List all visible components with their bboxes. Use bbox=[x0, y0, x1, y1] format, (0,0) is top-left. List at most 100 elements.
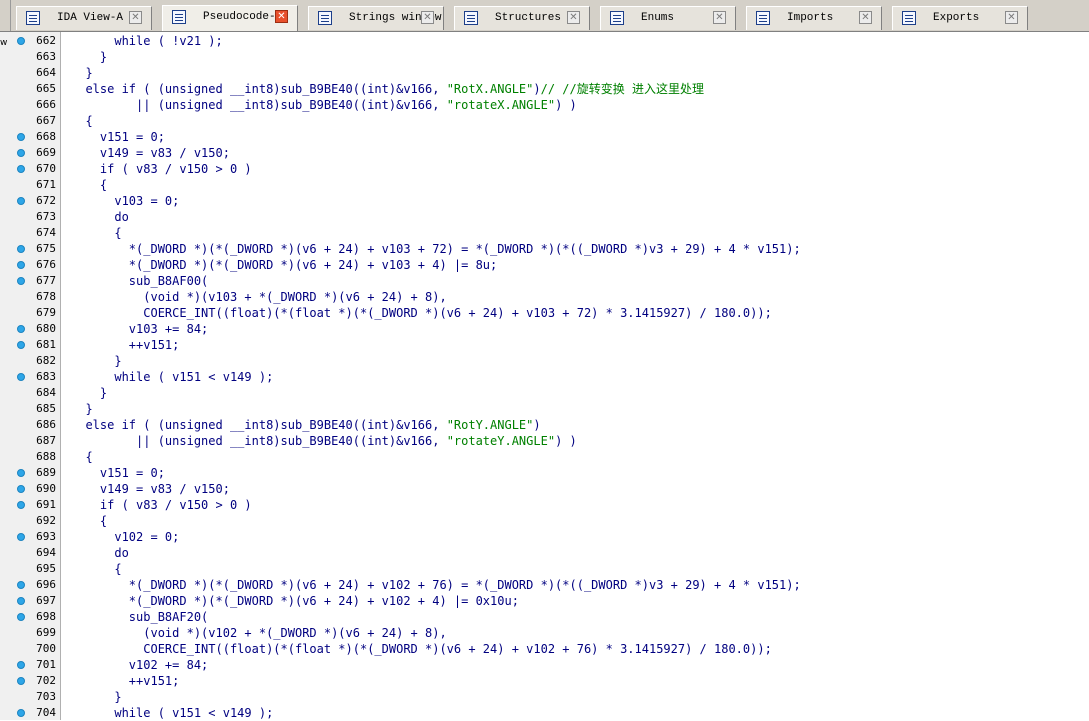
tab-imports[interactable]: Imports ✕ bbox=[746, 6, 882, 30]
line-number: 668 bbox=[36, 130, 56, 143]
close-icon[interactable]: ✕ bbox=[275, 10, 288, 23]
breakpoint-dot-icon[interactable] bbox=[17, 197, 25, 205]
pseudocode-editor[interactable]: while ( !v21 ); } } else if ( (unsigned … bbox=[61, 32, 1089, 720]
gutter-row: 704 bbox=[0, 705, 60, 721]
code-line[interactable]: v102 = 0; bbox=[61, 529, 179, 545]
code-line[interactable]: else if ( (unsigned __int8)sub_B9BE40((i… bbox=[61, 81, 704, 97]
gutter-row: 674 bbox=[0, 225, 60, 241]
code-line[interactable]: *(_DWORD *)(*(_DWORD *)(v6 + 24) + v103 … bbox=[61, 257, 497, 273]
code-line[interactable]: if ( v83 / v150 > 0 ) bbox=[61, 161, 252, 177]
line-number: 689 bbox=[36, 466, 56, 479]
code-line[interactable]: COERCE_INT((float)(*(float *)(*(_DWORD *… bbox=[61, 641, 772, 657]
code-line[interactable]: COERCE_INT((float)(*(float *)(*(_DWORD *… bbox=[61, 305, 772, 321]
line-number: 671 bbox=[36, 178, 56, 191]
breakpoint-dot-icon[interactable] bbox=[17, 245, 25, 253]
code-line[interactable]: ++v151; bbox=[61, 673, 180, 689]
code-text: v149 = v83 / v150; bbox=[71, 482, 230, 496]
code-line[interactable]: (void *)(v103 + *(_DWORD *)(v6 + 24) + 8… bbox=[61, 289, 446, 305]
breakpoint-dot-icon[interactable] bbox=[17, 677, 25, 685]
code-line[interactable]: { bbox=[61, 225, 121, 241]
breakpoint-dot-icon[interactable] bbox=[17, 581, 25, 589]
code-line[interactable]: *(_DWORD *)(*(_DWORD *)(v6 + 24) + v103 … bbox=[61, 241, 801, 257]
code-line[interactable]: } bbox=[61, 353, 121, 369]
code-text: } bbox=[71, 402, 93, 416]
tab-structures[interactable]: Structures ✕ bbox=[454, 6, 590, 30]
gutter-row: 701 bbox=[0, 657, 60, 673]
close-icon[interactable]: ✕ bbox=[713, 11, 726, 24]
code-line[interactable]: } bbox=[61, 689, 121, 705]
gutter-row: 684 bbox=[0, 385, 60, 401]
breakpoint-dot-icon[interactable] bbox=[17, 661, 25, 669]
line-number: 672 bbox=[36, 194, 56, 207]
close-icon[interactable]: ✕ bbox=[421, 11, 434, 24]
code-line[interactable]: { bbox=[61, 513, 107, 529]
close-icon[interactable]: ✕ bbox=[567, 11, 580, 24]
close-icon[interactable]: ✕ bbox=[1005, 11, 1018, 24]
tab-ida-view-a[interactable]: IDA View-A ✕ bbox=[16, 6, 152, 30]
breakpoint-dot-icon[interactable] bbox=[17, 485, 25, 493]
code-line[interactable]: sub_B8AF20( bbox=[61, 609, 208, 625]
gutter-row: 693 bbox=[0, 529, 60, 545]
code-line[interactable]: } bbox=[61, 49, 107, 65]
code-line[interactable]: do bbox=[61, 545, 128, 561]
tab-bar: IDA View-A ✕ Pseudocode-A ✕ Strings window ✕ S… bbox=[0, 0, 1089, 32]
breakpoint-dot-icon[interactable] bbox=[17, 373, 25, 381]
gutter-row: 703 bbox=[0, 689, 60, 705]
code-line[interactable]: { bbox=[61, 113, 92, 129]
line-number: 684 bbox=[36, 386, 56, 399]
code-line[interactable]: } bbox=[61, 401, 93, 417]
code-line[interactable]: v103 = 0; bbox=[61, 193, 179, 209]
breakpoint-dot-icon[interactable] bbox=[17, 149, 25, 157]
breakpoint-dot-icon[interactable] bbox=[17, 501, 25, 509]
breakpoint-dot-icon[interactable] bbox=[17, 613, 25, 621]
code-line[interactable]: v151 = 0; bbox=[61, 465, 165, 481]
breakpoint-dot-icon[interactable] bbox=[17, 133, 25, 141]
breakpoint-dot-icon[interactable] bbox=[17, 165, 25, 173]
breakpoint-dot-icon[interactable] bbox=[17, 37, 25, 45]
tab-strings-window[interactable]: Strings window ✕ bbox=[308, 6, 444, 30]
gutter-row: 669 bbox=[0, 145, 60, 161]
breakpoint-dot-icon[interactable] bbox=[17, 597, 25, 605]
code-line[interactable]: { bbox=[61, 561, 121, 577]
code-line[interactable]: while ( !v21 ); bbox=[61, 33, 222, 49]
code-line[interactable]: v151 = 0; bbox=[61, 129, 165, 145]
code-line[interactable]: || (unsigned __int8)sub_B9BE40((int)&v16… bbox=[61, 433, 577, 449]
tab-pseudocode-a[interactable]: Pseudocode-A ✕ bbox=[162, 5, 298, 31]
code-line[interactable]: { bbox=[61, 449, 92, 465]
line-number: 686 bbox=[36, 418, 56, 431]
tab-label: Imports bbox=[787, 12, 834, 24]
breakpoint-dot-icon[interactable] bbox=[17, 261, 25, 269]
code-line[interactable]: while ( v151 < v149 ); bbox=[61, 369, 273, 385]
code-line[interactable]: *(_DWORD *)(*(_DWORD *)(v6 + 24) + v102 … bbox=[61, 577, 801, 593]
code-line[interactable]: do bbox=[61, 209, 128, 225]
breakpoint-dot-icon[interactable] bbox=[17, 325, 25, 333]
code-line[interactable]: } bbox=[61, 385, 107, 401]
code-line[interactable]: || (unsigned __int8)sub_B9BE40((int)&v16… bbox=[61, 97, 577, 113]
line-number: 703 bbox=[36, 690, 56, 703]
line-number: 691 bbox=[36, 498, 56, 511]
code-line[interactable]: v149 = v83 / v150; bbox=[61, 145, 230, 161]
tab-exports[interactable]: Exports ✕ bbox=[892, 6, 1028, 30]
code-line[interactable]: else if ( (unsigned __int8)sub_B9BE40((i… bbox=[61, 417, 540, 433]
code-line[interactable]: v102 += 84; bbox=[61, 657, 208, 673]
code-line[interactable]: (void *)(v102 + *(_DWORD *)(v6 + 24) + 8… bbox=[61, 625, 446, 641]
line-number: 679 bbox=[36, 306, 56, 319]
code-line[interactable]: v103 += 84; bbox=[61, 321, 208, 337]
breakpoint-dot-icon[interactable] bbox=[17, 341, 25, 349]
close-icon[interactable]: ✕ bbox=[859, 11, 872, 24]
code-line[interactable]: while ( v151 < v149 ); bbox=[61, 705, 273, 720]
code-line[interactable]: } bbox=[61, 65, 92, 81]
code-line[interactable]: if ( v83 / v150 > 0 ) bbox=[61, 497, 252, 513]
breakpoint-dot-icon[interactable] bbox=[17, 709, 25, 717]
breakpoint-dot-icon[interactable] bbox=[17, 469, 25, 477]
code-line[interactable]: { bbox=[61, 177, 107, 193]
code-line[interactable]: *(_DWORD *)(*(_DWORD *)(v6 + 24) + v102 … bbox=[61, 593, 519, 609]
breakpoint-dot-icon[interactable] bbox=[17, 277, 25, 285]
close-icon[interactable]: ✕ bbox=[129, 11, 142, 24]
code-line[interactable]: v149 = v83 / v150; bbox=[61, 481, 230, 497]
tab-enums[interactable]: Enums ✕ bbox=[600, 6, 736, 30]
code-line[interactable]: sub_B8AF00( bbox=[61, 273, 208, 289]
code-text: } bbox=[71, 386, 108, 400]
code-line[interactable]: ++v151; bbox=[61, 337, 180, 353]
breakpoint-dot-icon[interactable] bbox=[17, 533, 25, 541]
